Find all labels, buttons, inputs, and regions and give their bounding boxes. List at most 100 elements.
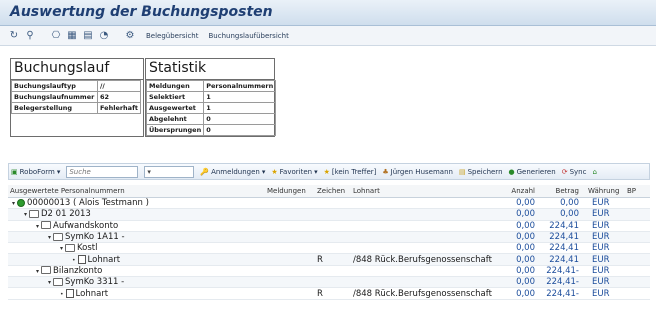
settings-icon[interactable]: ⚙: [124, 30, 136, 42]
tree-node[interactable]: ▾ 00000013 ( Alois Testmann ): [8, 198, 264, 208]
table-row[interactable]: • Lohnart R/848 Rück.Berufsgenossenschaft 0…: [8, 288, 650, 300]
filter-icon[interactable]: ⚲: [24, 30, 36, 42]
kv-label: Belegerstellung: [11, 102, 98, 114]
cell-anzahl: 0,00: [516, 265, 535, 276]
tree-node[interactable]: ▾ Bilanzkonto: [8, 266, 264, 276]
kv-label: Ausgewertet: [145, 102, 205, 114]
kv-label: Übersprungen: [145, 124, 205, 136]
cell-waehrung: EUR: [592, 220, 610, 231]
cell-anzahl: 0,00: [516, 220, 535, 231]
kv-value: 62: [96, 91, 142, 103]
table-row[interactable]: ▾ Aufwandskonto 0,00 224,41 EUR: [8, 221, 650, 232]
cell-betrag: 224,41: [549, 220, 579, 231]
cell-betrag: 224,41-: [546, 277, 579, 288]
cell-anzahl: 0,00: [516, 243, 535, 254]
user-icon: ♣: [382, 167, 389, 176]
folder-icon: [41, 221, 52, 230]
search-input[interactable]: Suche: [66, 165, 139, 178]
col-header[interactable]: Meldungen: [264, 187, 314, 195]
roboform-button[interactable]: ▣ RoboForm ▾: [11, 168, 60, 176]
tree-node[interactable]: ▾ SymKo 1A11 -: [8, 232, 264, 242]
table-row[interactable]: ▾ Bilanzkonto 0,00 224,41- EUR: [8, 265, 650, 278]
cell-betrag: 224,41: [549, 232, 579, 243]
col-header[interactable]: BP: [624, 187, 650, 195]
kv-value: //: [96, 80, 142, 92]
favoriten-button[interactable]: ★ Favoriten ▾: [271, 168, 317, 176]
table-row[interactable]: ▾ D2 01 2013 0,00 0,00 EUR: [8, 209, 650, 221]
kv-value: 1: [203, 102, 277, 114]
tree-node[interactable]: ▾ D2 01 2013: [8, 209, 264, 219]
table-row[interactable]: • Lohnart R/848 Rück.Berufsgenossenschaft 0…: [8, 254, 650, 266]
expand-arrow-icon[interactable]: ▾: [36, 223, 39, 230]
document-icon: [77, 254, 86, 264]
folder-icon: [29, 209, 40, 218]
table-icon[interactable]: ▦: [66, 30, 78, 42]
cell-betrag: 0,00: [560, 209, 579, 220]
col-header[interactable]: Zeichen: [314, 187, 350, 195]
table-row[interactable]: ▾ SymKo 1A11 - 0,00 224,41 EUR: [8, 231, 650, 244]
treffer-button[interactable]: ★ [kein Treffer]: [324, 168, 377, 176]
expand-arrow-icon[interactable]: ▾: [24, 211, 27, 218]
home-icon[interactable]: ⌂: [592, 168, 596, 176]
kv-value: 1: [203, 91, 277, 103]
star-icon: ★: [271, 167, 278, 176]
kv-label: Selektiert: [145, 91, 205, 103]
col-header[interactable]: Lohnart: [350, 187, 492, 195]
tree-node[interactable]: ▾ SymKo 3311 -: [8, 277, 264, 287]
expand-arrow-icon[interactable]: ▾: [48, 279, 51, 286]
search-select[interactable]: ▾: [144, 165, 195, 178]
tree-node[interactable]: • Lohnart: [8, 288, 264, 299]
kv-value: Personalnummern: [203, 80, 277, 92]
node-label: 00000013 ( Alois Testmann ): [27, 198, 149, 209]
tree-node[interactable]: ▾ Aufwandskonto: [8, 221, 264, 231]
info-panel: Buchungslauf Buchungslauftyp// Buchungsl…: [10, 58, 277, 137]
buchungslaufübersicht-link[interactable]: Buchungslaufübersicht: [209, 32, 289, 40]
tree-node[interactable]: • Lohnart: [8, 254, 264, 265]
tree-node[interactable]: ▾ Kostl: [8, 243, 264, 253]
expand-arrow-icon[interactable]: ▾: [36, 268, 39, 275]
page-title: Auswertung der Buchungsposten: [10, 4, 273, 20]
toolbar: ↻ ⚲ ⎔ ▦ ▤ ◔ ⚙ Belegübersicht Buchungslau…: [0, 26, 656, 46]
cell-betrag: 224,41-: [546, 288, 579, 299]
node-label: Aufwandskonto: [53, 220, 119, 231]
chart-icon[interactable]: ◔: [98, 30, 110, 42]
speichern-button[interactable]: ▤ Speichern: [459, 168, 503, 176]
cell-waehrung: EUR: [592, 254, 610, 265]
cell-anzahl: 0,00: [516, 277, 535, 288]
statistik-title: Statistik: [146, 59, 274, 80]
sync-icon: ⟳: [561, 167, 568, 176]
col-header[interactable]: Anzahl: [492, 187, 538, 195]
tree-icon[interactable]: ⎔: [50, 30, 62, 42]
col-header[interactable]: Währung: [582, 187, 624, 195]
bullet-icon: •: [60, 290, 64, 298]
belegübersicht-link[interactable]: Belegübersicht: [146, 32, 199, 40]
expand-arrow-icon[interactable]: ▾: [60, 245, 63, 252]
cell-anzahl: 0,00: [516, 209, 535, 220]
user-button[interactable]: ♣ Jürgen Husemann: [382, 168, 453, 176]
expand-arrow-icon[interactable]: ▾: [48, 234, 51, 241]
cell-anzahl: 0,00: [516, 198, 535, 209]
roboform-icon: ▣: [11, 167, 18, 176]
cell-waehrung: EUR: [592, 288, 610, 299]
kv-value: 0: [203, 124, 277, 136]
folder-icon: [65, 243, 76, 252]
grid-body: ▾ 00000013 ( Alois Testmann ) 0,00 0,00 EUR ▾…: [8, 198, 650, 300]
grid-header: Ausgewertete Personalnummern Meldungen Z…: [8, 185, 650, 198]
refresh-icon[interactable]: ↻: [8, 30, 20, 42]
col-header[interactable]: Betrag: [538, 187, 582, 195]
folder-icon: [53, 232, 64, 241]
table-row[interactable]: ▾ 00000013 ( Alois Testmann ) 0,00 0,00 EUR: [8, 198, 650, 210]
list-icon[interactable]: ▤: [82, 30, 94, 42]
generieren-button[interactable]: ● Generieren: [509, 168, 556, 176]
table-row[interactable]: ▾ Kostl 0,00 224,41 EUR: [8, 243, 650, 255]
expand-arrow-icon[interactable]: ▾: [12, 200, 15, 207]
cell-betrag: 224,41: [549, 243, 579, 254]
kv-value: 0: [203, 113, 277, 125]
table-row[interactable]: ▾ SymKo 3311 - 0,00 224,41- EUR: [8, 277, 650, 289]
node-label: Bilanzkonto: [53, 265, 103, 276]
folder-icon: [53, 277, 64, 286]
anmeldungen-button[interactable]: 🔑 Anmeldungen ▾: [200, 168, 265, 176]
sync-button[interactable]: ⟳ Sync: [562, 168, 587, 176]
col-header[interactable]: Ausgewertete Personalnummern: [8, 187, 264, 195]
document-icon: [65, 288, 74, 298]
